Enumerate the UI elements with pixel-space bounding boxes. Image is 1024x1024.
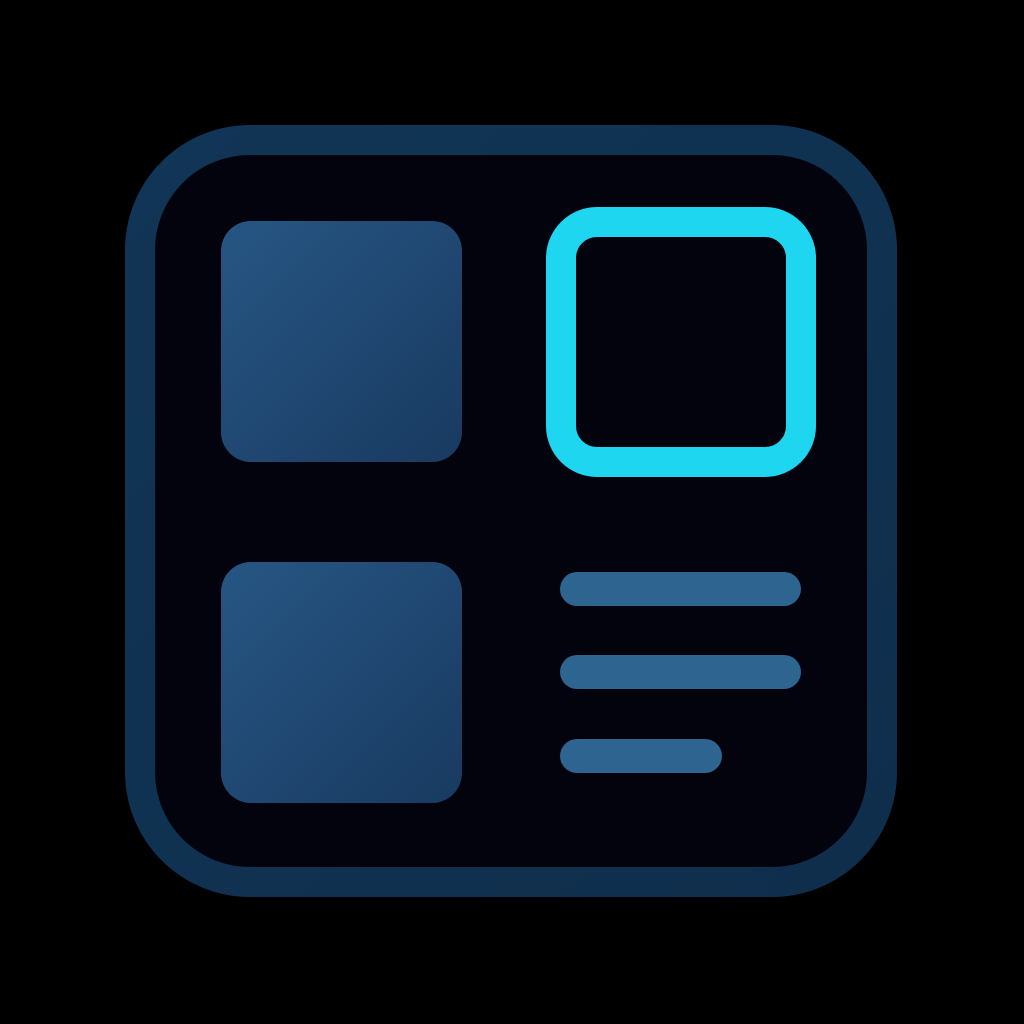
text-line-3 xyxy=(560,739,722,773)
tile-bottom-left xyxy=(221,562,462,803)
text-line-2 xyxy=(560,655,801,689)
tile-top-right-selected xyxy=(546,207,816,477)
tile-top-left xyxy=(221,221,462,462)
app-icon-canvas xyxy=(0,0,1024,1024)
text-line-1 xyxy=(560,572,801,606)
widget-dashboard-icon xyxy=(125,125,897,897)
